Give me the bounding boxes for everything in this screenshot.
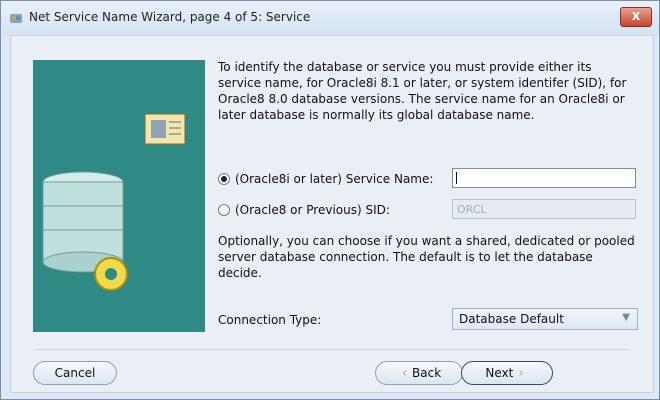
sid-option[interactable]: (Oracle8 or Previous) SID: <box>218 201 390 219</box>
title-bar: Net Service Name Wizard, page 4 of 5: Se… <box>1 1 659 35</box>
wizard-illustration <box>33 60 205 332</box>
wizard-window: Net Service Name Wizard, page 4 of 5: Se… <box>0 0 660 400</box>
sid-input[interactable]: ORCL <box>452 199 636 219</box>
connection-type-label: Connection Type: <box>218 313 322 327</box>
cancel-button[interactable]: Cancel <box>33 361 117 385</box>
window-title: Net Service Name Wizard, page 4 of 5: Se… <box>29 10 311 24</box>
sid-value: ORCL <box>457 203 487 216</box>
back-label: Back <box>412 366 442 380</box>
service-name-radio[interactable] <box>218 173 230 185</box>
close-button[interactable]: X <box>620 7 652 27</box>
connection-instructions: Optionally, you can choose if you want a… <box>218 234 635 280</box>
chevron-right-icon: › <box>518 365 524 381</box>
next-button[interactable]: Next › <box>461 361 553 385</box>
sid-label: (Oracle8 or Previous) SID: <box>235 203 390 217</box>
next-label: Next <box>485 366 514 380</box>
connection-type-value: Database Default <box>459 312 564 326</box>
service-instructions: To identify the database or service you … <box>218 60 627 122</box>
back-button[interactable]: ‹ Back <box>375 361 463 385</box>
button-divider <box>35 349 629 350</box>
wizard-content: To identify the database or service you … <box>10 35 654 393</box>
chevron-left-icon: ‹ <box>401 365 408 381</box>
net-service-icon <box>10 14 22 23</box>
connection-type-select[interactable]: Database Default ▼ <box>452 308 638 330</box>
chevron-down-icon: ▼ <box>622 312 630 323</box>
text-caret <box>456 172 457 184</box>
database-gear-illustration-icon <box>42 113 186 291</box>
service-name-input[interactable] <box>452 168 636 188</box>
service-name-label: (Oracle8i or later) Service Name: <box>235 172 434 186</box>
cancel-label: Cancel <box>54 366 96 380</box>
sid-radio[interactable] <box>218 204 230 216</box>
service-name-option[interactable]: (Oracle8i or later) Service Name: <box>218 170 433 188</box>
